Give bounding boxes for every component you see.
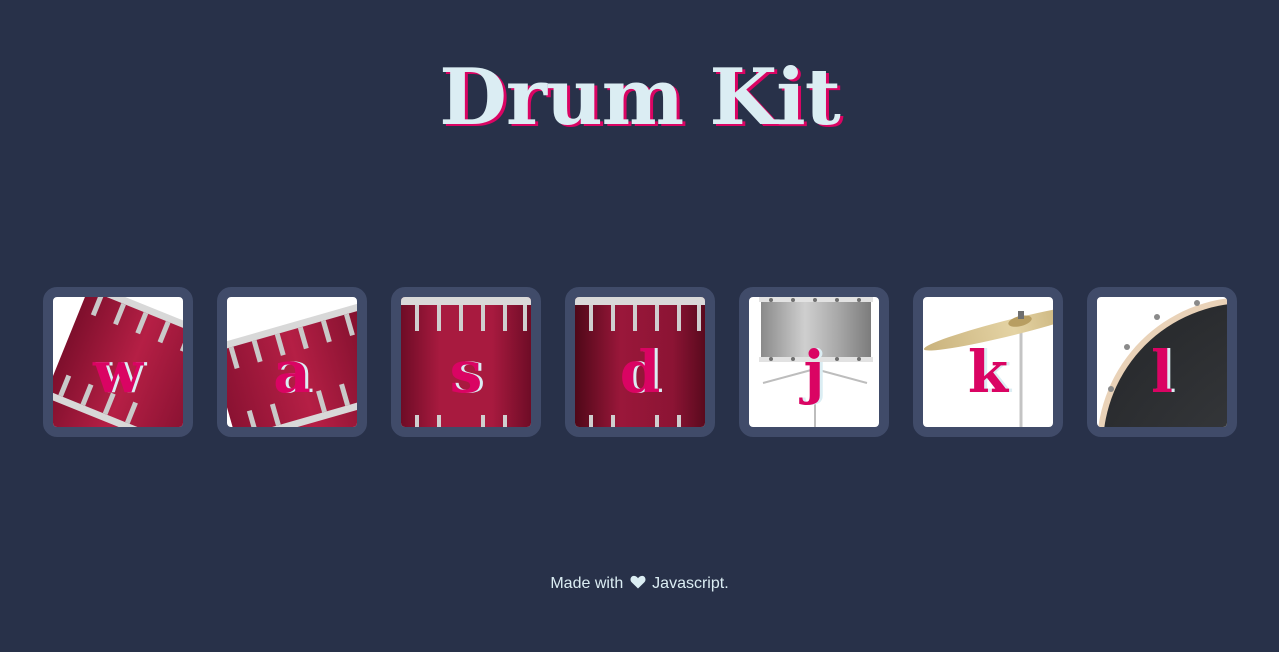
drum-key-label: l xyxy=(1150,338,1174,406)
drum-key-label: a xyxy=(273,338,311,406)
footer-suffix: Javascript. xyxy=(652,575,729,592)
page-title: Drum Kit xyxy=(439,52,841,143)
drum-key-label: k xyxy=(967,338,1009,406)
drum-button-a[interactable]: a xyxy=(217,287,367,437)
drum-key-label: w xyxy=(93,338,143,406)
footer-prefix: Made with xyxy=(550,575,624,592)
drum-set: w a s d j k l xyxy=(43,287,1243,437)
drum-button-j[interactable]: j xyxy=(739,287,889,437)
drum-key-label: j xyxy=(803,338,825,406)
footer: Made with Javascript. xyxy=(0,575,1279,593)
drum-button-d[interactable]: d xyxy=(565,287,715,437)
drum-key-label: s xyxy=(449,338,483,406)
drum-button-l[interactable]: l xyxy=(1087,287,1237,437)
heart-icon xyxy=(630,575,646,589)
drum-button-k[interactable]: k xyxy=(913,287,1063,437)
drum-button-w[interactable]: w xyxy=(43,287,193,437)
drum-key-label: d xyxy=(619,338,661,406)
drum-button-s[interactable]: s xyxy=(391,287,541,437)
